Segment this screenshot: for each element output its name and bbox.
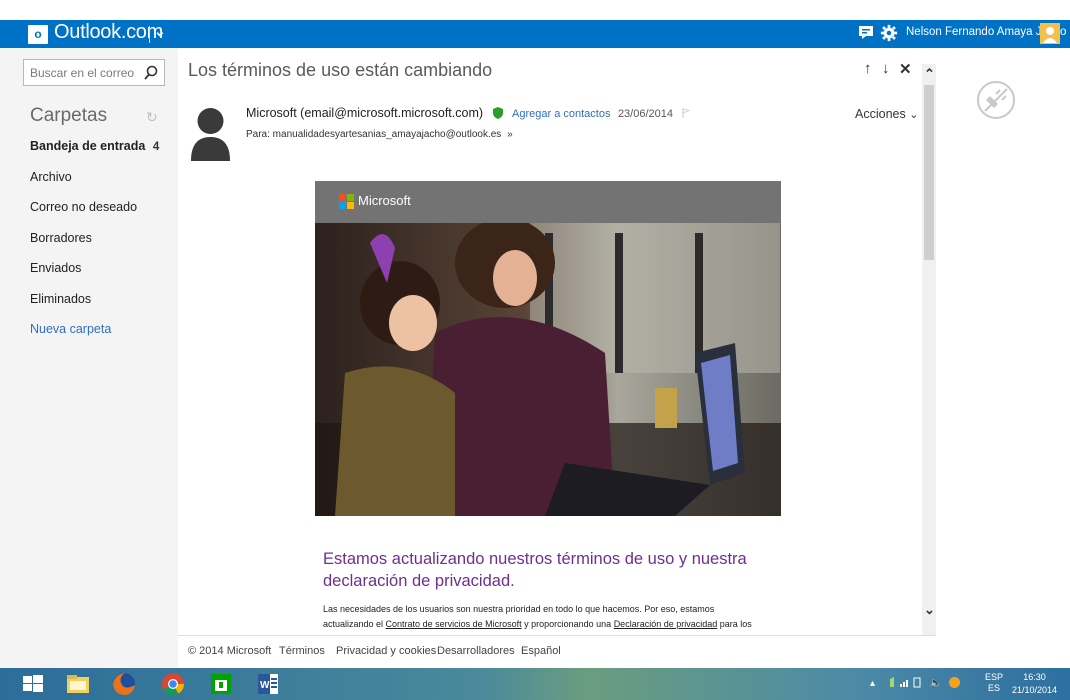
windows-start-icon[interactable]: [20, 671, 46, 697]
privacy-statement-link[interactable]: Declaración de privacidad: [614, 619, 718, 629]
screen: o Outlook.com ⌄ Nelson Fernando Amaya Ja…: [0, 0, 1070, 700]
folder-list: Bandeja de entrada 4 Archivo Correo no d…: [0, 136, 178, 350]
clock-date: 21/10/2014: [1012, 685, 1058, 695]
search-input[interactable]: [30, 65, 138, 81]
email-paragraph: Las necesidades de los usuarios son nues…: [323, 602, 763, 635]
page-footer: © 2014 Microsoft Términos Privacidad y c…: [178, 635, 936, 668]
refresh-icon[interactable]: ↻: [146, 109, 158, 126]
search-box[interactable]: [23, 59, 165, 86]
paragraph-text: y proporcionando una: [521, 619, 614, 629]
microsoft-banner: Microsoft: [315, 181, 781, 223]
gear-icon[interactable]: [880, 24, 898, 42]
flag-icon[interactable]: [682, 108, 691, 118]
message-date: 23/06/2014: [617, 108, 673, 120]
cropped-caption: [0, 0, 1070, 20]
app-header: o Outlook.com ⌄ Nelson Fernando Amaya Ja…: [0, 20, 1070, 48]
actions-menu-button[interactable]: Acciones ⌄: [855, 107, 918, 121]
clock-time: 16:30: [1023, 672, 1046, 682]
folders-title: Carpetas: [30, 105, 108, 126]
next-message-arrow-icon[interactable]: ↓: [882, 60, 890, 77]
sender-name[interactable]: Microsoft (email@microsoft.microsoft.com…: [246, 106, 483, 120]
recipient: Para: manualidadesyartesanias_amayajacho…: [246, 129, 502, 140]
language-code: ESP: [985, 672, 1004, 682]
services-agreement-link[interactable]: Contrato de servicios de Microsoft: [386, 619, 522, 629]
sender-line: Microsoft (email@microsoft.microsoft.com…: [246, 106, 691, 120]
footer-link-developers[interactable]: Desarrolladores: [437, 645, 515, 657]
tray-expand-icon[interactable]: ▴: [870, 678, 875, 689]
windows-taskbar: W ▴ 🔈 ESP ES 16:30 21/10/2014: [0, 668, 1070, 700]
folder-label: Borradores: [30, 230, 92, 245]
sender-avatar-icon: [189, 101, 232, 161]
new-folder-link[interactable]: Nueva carpeta: [0, 319, 178, 350]
sidebar: Carpetas ↻ Bandeja de entrada 4 Archivo …: [0, 48, 178, 668]
right-ad-panel: [936, 48, 1070, 668]
windows-store-icon[interactable]: [208, 671, 234, 697]
svg-text:W: W: [260, 680, 270, 691]
search-icon[interactable]: [144, 65, 158, 81]
folder-item-inbox[interactable]: Bandeja de entrada 4: [0, 136, 178, 167]
copyright-text: © 2014 Microsoft: [188, 645, 272, 657]
actions-label: Acciones: [855, 107, 906, 121]
folder-label: Archivo: [30, 169, 72, 184]
scrollbar-thumb[interactable]: [924, 85, 934, 260]
header-divider: [149, 26, 150, 43]
system-tray: ▴ 🔈: [870, 676, 960, 689]
email-hero-photo: [315, 223, 781, 516]
previous-message-arrow-icon[interactable]: ↑: [864, 60, 872, 77]
folder-item-junk[interactable]: Correo no deseado: [0, 197, 178, 228]
actions-chevron-icon: ⌄: [909, 109, 919, 121]
microsoft-logo-icon: [339, 194, 354, 209]
folder-label: Correo no deseado: [30, 200, 138, 214]
close-icon[interactable]: ✕: [899, 60, 912, 78]
footer-link-terms[interactable]: Términos: [279, 645, 325, 657]
no-plugin-icon: [977, 81, 1015, 119]
volume-icon[interactable]: 🔈: [930, 678, 942, 689]
clock[interactable]: 16:30 21/10/2014: [1012, 672, 1057, 696]
folder-label: Eliminados: [30, 291, 92, 306]
expand-recipients-icon[interactable]: »: [507, 129, 513, 140]
firefox-icon[interactable]: [111, 671, 137, 697]
add-to-contacts-link[interactable]: Agregar a contactos: [512, 108, 610, 120]
input-language-indicator[interactable]: ESP ES: [985, 672, 1003, 694]
folder-item-sent[interactable]: Enviados: [0, 258, 178, 289]
footer-link-privacy[interactable]: Privacidad y cookies: [336, 645, 436, 657]
word-icon[interactable]: W: [255, 671, 281, 697]
app-title[interactable]: Outlook.com: [54, 21, 163, 44]
footer-link-language[interactable]: Español: [521, 645, 561, 657]
folder-label: Enviados: [30, 261, 82, 275]
email-headline: Estamos actualizando nuestros términos d…: [323, 550, 747, 590]
microsoft-brand-text: Microsoft: [358, 193, 411, 208]
tray-app-icon[interactable]: [948, 677, 960, 688]
network-icon[interactable]: [884, 676, 924, 688]
folder-item-archive[interactable]: Archivo: [0, 167, 178, 198]
folder-item-deleted[interactable]: Eliminados: [0, 289, 178, 320]
recipient-line: Para: manualidadesyartesanias_amayajacho…: [246, 129, 513, 140]
folder-item-drafts[interactable]: Borradores: [0, 228, 178, 259]
folder-label: Nueva carpeta: [30, 322, 112, 336]
message-subject: Los términos de uso están cambiando: [188, 60, 493, 80]
scroll-down-icon[interactable]: ⌄: [924, 602, 935, 618]
file-explorer-icon[interactable]: [65, 671, 91, 697]
scroll-up-icon[interactable]: ⌃: [924, 66, 935, 82]
user-avatar-icon[interactable]: [1040, 23, 1060, 44]
messaging-icon[interactable]: [858, 25, 874, 40]
verified-shield-icon: [492, 107, 503, 119]
outlook-logo-icon[interactable]: o: [28, 25, 48, 44]
folder-label: Bandeja de entrada: [30, 139, 146, 153]
app-switcher-chevron-icon[interactable]: ⌄: [154, 23, 166, 40]
unread-count-badge: 4: [152, 141, 160, 153]
keyboard-code: ES: [988, 683, 1001, 693]
reading-pane: Los términos de uso están cambiando ↑ ↓ …: [178, 48, 922, 635]
chrome-icon[interactable]: [160, 671, 186, 697]
